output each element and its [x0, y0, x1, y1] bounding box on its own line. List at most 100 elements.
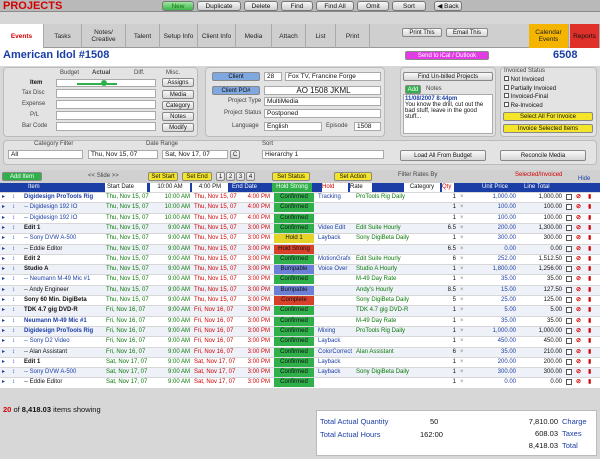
row-unit-price[interactable]: 0.00	[470, 245, 516, 254]
row-status[interactable]: Confirmed	[274, 368, 314, 378]
project-status-select[interactable]: Postponed	[264, 109, 381, 118]
row-action[interactable]: Layback	[318, 358, 356, 367]
row-start-time[interactable]: 10:00 AM	[154, 214, 190, 223]
row-start-date[interactable]: Sat, Nov 17, 07	[106, 368, 152, 377]
table-row[interactable]: ▸ ↕ -- Andy Engineer Thu, Nov 15, 07 9:00 AM…	[0, 285, 600, 296]
sort-select[interactable]: Hierarchy 1	[262, 150, 384, 159]
col-end[interactable]: End Date	[232, 183, 257, 192]
table-row[interactable]: ▸ ↕ -- Neumann M-49 Mic #1 Thu, Nov 15, 07 9…	[0, 275, 600, 285]
row-unit-price[interactable]: 35.00	[470, 348, 516, 357]
row-action[interactable]: Video Edit	[318, 224, 356, 233]
select-checkbox-icon[interactable]	[566, 235, 572, 242]
notes-area[interactable]: 11/08/2007 8:44pm You know the drill, cut…	[403, 94, 493, 134]
reorder-icon[interactable]: ↕	[12, 317, 20, 326]
row-item[interactable]: -- Andy Engineer	[24, 286, 104, 295]
row-end-date[interactable]: Sat, Nov 17, 07	[194, 378, 240, 387]
row-qty[interactable]: 1	[440, 368, 456, 377]
hold-filter[interactable]: Hold	[322, 183, 348, 192]
tab-calendar[interactable]: Calendar Events	[529, 24, 569, 48]
row-end-time[interactable]: 4:00 PM	[240, 193, 270, 202]
row-end-time[interactable]: 3:00 PM	[240, 296, 270, 305]
row-status[interactable]: Confirmed	[274, 213, 314, 223]
row-unit-price[interactable]: 25.00	[470, 296, 516, 305]
row-start-time[interactable]: 9:00 AM	[154, 245, 190, 254]
flag-icon[interactable]: ▮	[588, 296, 596, 305]
row-start-time[interactable]: 10:00 AM	[154, 203, 190, 212]
row-qty[interactable]: 6	[440, 348, 456, 357]
reorder-icon[interactable]: ↕	[12, 203, 20, 212]
table-row[interactable]: ▸ ↕ -- Eddie Editor Thu, Nov 15, 07 9:00 AM T…	[0, 244, 600, 254]
row-status[interactable]: Confirmed	[274, 275, 314, 285]
row-end-time[interactable]: 3:00 PM	[240, 265, 270, 274]
table-row[interactable]: ▸ ↕ Neumann M-49 Mic #1 Fri, Nov 16, 07 9:00…	[0, 316, 600, 326]
po-field[interactable]: AO 1508 JKML	[264, 86, 381, 95]
row-status[interactable]: Confirmed	[274, 378, 314, 388]
reorder-icon[interactable]: ↕	[12, 368, 20, 377]
tab-reports[interactable]: Reports	[570, 24, 600, 48]
expand-icon[interactable]: ▸	[2, 214, 12, 223]
project-type-select[interactable]: MultiMedia	[264, 97, 381, 106]
row-start-time[interactable]: 9:00 AM	[154, 368, 190, 377]
reorder-icon[interactable]: ↕	[12, 255, 20, 264]
reorder-icon[interactable]: ↕	[12, 265, 20, 274]
expand-icon[interactable]: ▸	[2, 275, 12, 284]
row-end-date[interactable]: Thu, Nov 15, 07	[194, 265, 240, 274]
no-entry-icon[interactable]: ⊘	[576, 234, 584, 243]
reorder-icon[interactable]: ↕	[12, 378, 20, 387]
find-all-button[interactable]: Find All	[316, 1, 354, 11]
row-end-time[interactable]: 4:00 PM	[240, 203, 270, 212]
select-checkbox-icon[interactable]	[566, 348, 572, 355]
table-row[interactable]: ▸ ↕ Digidesign ProTools Rig Thu, Nov 15, 07…	[0, 193, 600, 203]
row-start-time[interactable]: 9:00 AM	[154, 265, 190, 274]
row-qty[interactable]: 6	[440, 255, 456, 264]
row-item[interactable]: -- Alan Assistant	[24, 348, 104, 357]
reorder-icon[interactable]: ↕	[12, 296, 20, 305]
row-action[interactable]: ColorCorrect	[318, 348, 356, 357]
client-po-button[interactable]: Client PO#	[212, 86, 260, 95]
row-end-time[interactable]: 4:00 PM	[240, 214, 270, 223]
expand-icon[interactable]: ▸	[2, 245, 12, 254]
checkbox-icon[interactable]	[504, 84, 509, 90]
row-end-time[interactable]: 3:00 PM	[240, 337, 270, 346]
preset-4-button[interactable]: 4	[246, 172, 255, 181]
row-status[interactable]: Confirmed	[274, 203, 314, 213]
row-unit-price[interactable]: 1,000.00	[470, 327, 516, 336]
client-number[interactable]: 28	[264, 72, 282, 81]
row-start-time[interactable]: 9:00 AM	[154, 327, 190, 336]
row-start-time[interactable]: 9:00 AM	[154, 348, 190, 357]
flag-icon[interactable]: ▮	[588, 214, 596, 223]
new-button[interactable]: New	[162, 1, 194, 11]
row-start-date[interactable]: Thu, Nov 15, 07	[106, 275, 152, 284]
row-item[interactable]: -- Digidesign 192 IO	[24, 203, 104, 212]
item-slider[interactable]	[56, 79, 156, 87]
no-entry-icon[interactable]: ⊘	[576, 327, 584, 336]
row-start-time[interactable]: 9:00 AM	[154, 255, 190, 264]
row-start-date[interactable]: Thu, Nov 15, 07	[106, 224, 152, 233]
row-unit-price[interactable]: 300.00	[470, 368, 516, 377]
select-checkbox-icon[interactable]	[566, 214, 572, 221]
row-end-time[interactable]: 3:00 PM	[240, 368, 270, 377]
row-rate[interactable]: TDK 4.7 gig DVD-R	[356, 306, 436, 315]
row-status[interactable]: Confirmed	[274, 337, 314, 347]
expand-icon[interactable]: ▸	[2, 348, 12, 357]
row-unit-price[interactable]: 300.00	[470, 234, 516, 243]
notes-button[interactable]: Notes	[162, 112, 194, 121]
invoiced-option[interactable]: Not Invoiced	[504, 76, 556, 85]
clear-dates-button[interactable]: C	[230, 150, 240, 159]
modify-button[interactable]: Modify	[162, 123, 194, 132]
expand-icon[interactable]: ▸	[2, 255, 12, 264]
expand-icon[interactable]: ▸	[2, 327, 12, 336]
row-unit-price[interactable]: 100.00	[470, 214, 516, 223]
reorder-icon[interactable]: ↕	[12, 358, 20, 367]
row-end-date[interactable]: Thu, Nov 15, 07	[194, 255, 240, 264]
row-status[interactable]: Confirmed	[274, 306, 314, 316]
select-checkbox-icon[interactable]	[566, 204, 572, 211]
row-end-time[interactable]: 3:00 PM	[240, 306, 270, 315]
row-status[interactable]: Hold Strong	[274, 244, 314, 254]
flag-icon[interactable]: ▮	[588, 224, 596, 233]
language-select[interactable]: English	[264, 122, 322, 131]
row-qty[interactable]: 1	[440, 275, 456, 284]
duplicate-button[interactable]: Duplicate	[197, 1, 241, 11]
row-action[interactable]: MotionGrafx	[318, 255, 356, 264]
omit-button[interactable]: Omit	[357, 1, 389, 11]
